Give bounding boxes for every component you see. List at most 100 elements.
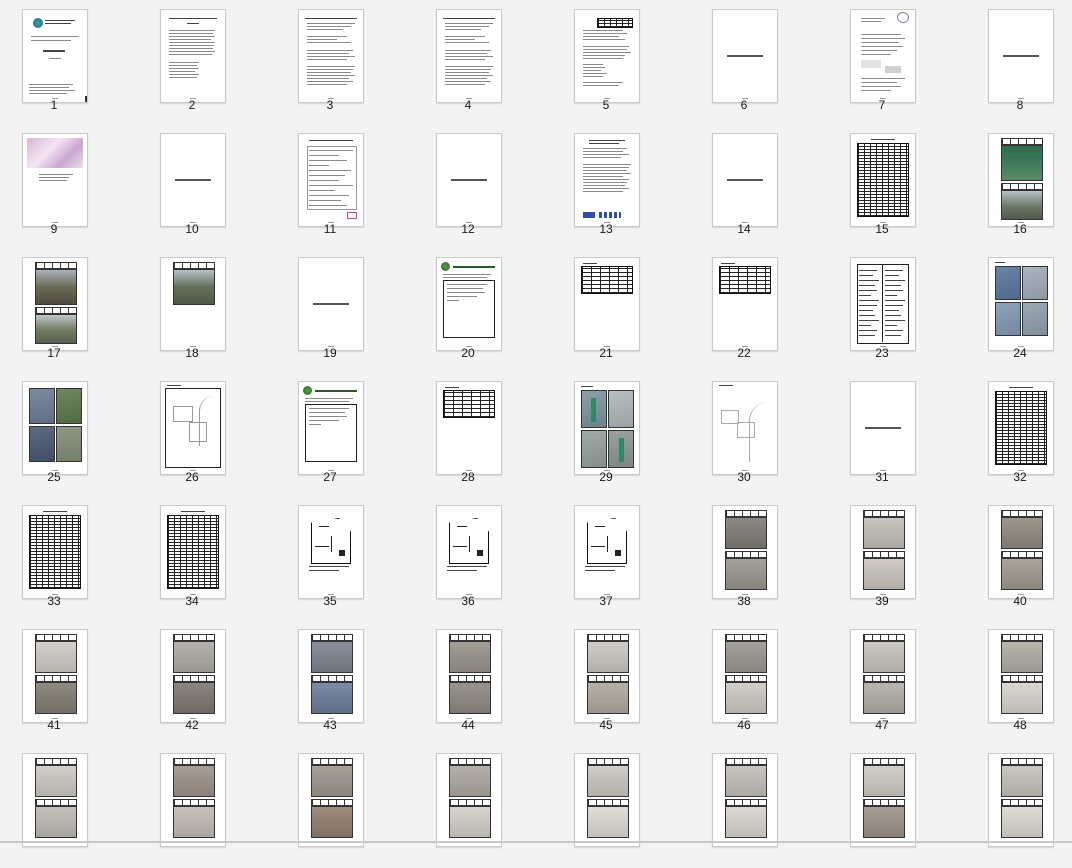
page-preview[interactable] (298, 9, 364, 103)
page-preview[interactable] (988, 9, 1054, 103)
page-thumbnail[interactable]: 41 (0, 620, 138, 744)
page-preview[interactable] (22, 753, 88, 847)
page-thumbnail[interactable]: 17 (0, 248, 138, 372)
page-preview[interactable] (574, 629, 640, 723)
page-thumbnail[interactable]: 26 (138, 372, 276, 496)
page-thumbnail[interactable] (966, 744, 1072, 868)
page-preview[interactable] (574, 257, 640, 351)
page-preview[interactable] (298, 257, 364, 351)
page-preview[interactable] (574, 133, 640, 227)
page-thumbnail[interactable]: 27 (276, 372, 414, 496)
page-preview[interactable] (160, 629, 226, 723)
page-preview[interactable] (712, 133, 778, 227)
page-thumbnail[interactable] (828, 744, 966, 868)
page-thumbnail[interactable]: 1 (0, 0, 138, 124)
page-preview[interactable] (574, 381, 640, 475)
page-preview[interactable] (712, 257, 778, 351)
page-thumbnail[interactable]: 19 (276, 248, 414, 372)
page-thumbnail[interactable]: 22 (690, 248, 828, 372)
page-thumbnail[interactable]: 12 (414, 124, 552, 248)
page-preview[interactable] (22, 133, 88, 227)
page-preview[interactable] (988, 505, 1054, 599)
page-thumbnail[interactable]: 8 (966, 0, 1072, 124)
page-thumbnail[interactable]: 40 (966, 496, 1072, 620)
page-thumbnail[interactable]: 16 (966, 124, 1072, 248)
page-thumbnail[interactable]: 32 (966, 372, 1072, 496)
page-thumbnail[interactable] (414, 744, 552, 868)
page-thumbnail[interactable]: 46 (690, 620, 828, 744)
page-thumbnail[interactable] (0, 744, 138, 868)
page-preview[interactable] (160, 505, 226, 599)
page-preview[interactable] (22, 9, 88, 103)
page-thumbnail[interactable]: 20 (414, 248, 552, 372)
page-thumbnail[interactable]: 44 (414, 620, 552, 744)
page-preview[interactable] (298, 505, 364, 599)
page-thumbnail[interactable]: 39 (828, 496, 966, 620)
page-thumbnail[interactable]: 10 (138, 124, 276, 248)
page-thumbnail[interactable]: 13 (552, 124, 690, 248)
page-preview[interactable] (160, 9, 226, 103)
page-thumbnail[interactable]: 23 (828, 248, 966, 372)
page-preview[interactable] (22, 629, 88, 723)
page-preview[interactable] (160, 381, 226, 475)
page-thumbnail[interactable]: 45 (552, 620, 690, 744)
page-preview[interactable] (850, 629, 916, 723)
page-preview[interactable] (22, 257, 88, 351)
page-preview[interactable] (850, 9, 916, 103)
page-preview[interactable] (436, 133, 502, 227)
page-preview[interactable] (988, 753, 1054, 847)
page-thumbnail[interactable]: 3 (276, 0, 414, 124)
page-preview[interactable] (22, 505, 88, 599)
page-preview[interactable] (712, 9, 778, 103)
page-thumbnail[interactable]: 43 (276, 620, 414, 744)
page-preview[interactable] (712, 629, 778, 723)
page-thumbnail[interactable]: 33 (0, 496, 138, 620)
page-preview[interactable] (160, 133, 226, 227)
page-thumbnail[interactable]: 34 (138, 496, 276, 620)
page-thumbnail[interactable]: 11 (276, 124, 414, 248)
page-preview[interactable] (574, 9, 640, 103)
page-preview[interactable] (850, 133, 916, 227)
page-preview[interactable] (850, 381, 916, 475)
page-thumbnail[interactable]: 31 (828, 372, 966, 496)
page-thumbnail[interactable]: 37 (552, 496, 690, 620)
page-thumbnail[interactable]: 7 (828, 0, 966, 124)
page-preview[interactable] (160, 257, 226, 351)
page-thumbnail[interactable]: 36 (414, 496, 552, 620)
page-preview[interactable] (160, 753, 226, 847)
page-preview[interactable] (850, 505, 916, 599)
page-thumbnail[interactable]: 38 (690, 496, 828, 620)
page-preview[interactable] (436, 9, 502, 103)
page-thumbnail[interactable]: 30 (690, 372, 828, 496)
page-preview[interactable] (712, 753, 778, 847)
page-thumbnail[interactable]: 15 (828, 124, 966, 248)
page-thumbnail[interactable] (138, 744, 276, 868)
page-thumbnail[interactable]: 21 (552, 248, 690, 372)
page-thumbnail[interactable] (690, 744, 828, 868)
page-thumbnail[interactable]: 5 (552, 0, 690, 124)
page-preview[interactable] (436, 505, 502, 599)
page-preview[interactable] (988, 629, 1054, 723)
page-thumbnail[interactable]: 25 (0, 372, 138, 496)
page-preview[interactable] (988, 257, 1054, 351)
page-preview[interactable] (298, 133, 364, 227)
page-preview[interactable] (574, 505, 640, 599)
page-preview[interactable] (712, 505, 778, 599)
page-preview[interactable] (712, 381, 778, 475)
page-preview[interactable] (850, 257, 916, 351)
page-preview[interactable] (988, 381, 1054, 475)
page-thumbnail[interactable]: 28 (414, 372, 552, 496)
page-preview[interactable] (850, 753, 916, 847)
page-preview[interactable] (436, 753, 502, 847)
page-preview[interactable] (574, 753, 640, 847)
page-preview[interactable] (22, 381, 88, 475)
page-thumbnail[interactable]: 14 (690, 124, 828, 248)
page-preview[interactable] (436, 257, 502, 351)
page-thumbnail[interactable]: 18 (138, 248, 276, 372)
page-thumbnail[interactable] (552, 744, 690, 868)
page-preview[interactable] (298, 753, 364, 847)
page-preview[interactable] (298, 629, 364, 723)
page-preview[interactable] (298, 381, 364, 475)
page-thumbnail[interactable]: 24 (966, 248, 1072, 372)
page-thumbnail[interactable]: 48 (966, 620, 1072, 744)
